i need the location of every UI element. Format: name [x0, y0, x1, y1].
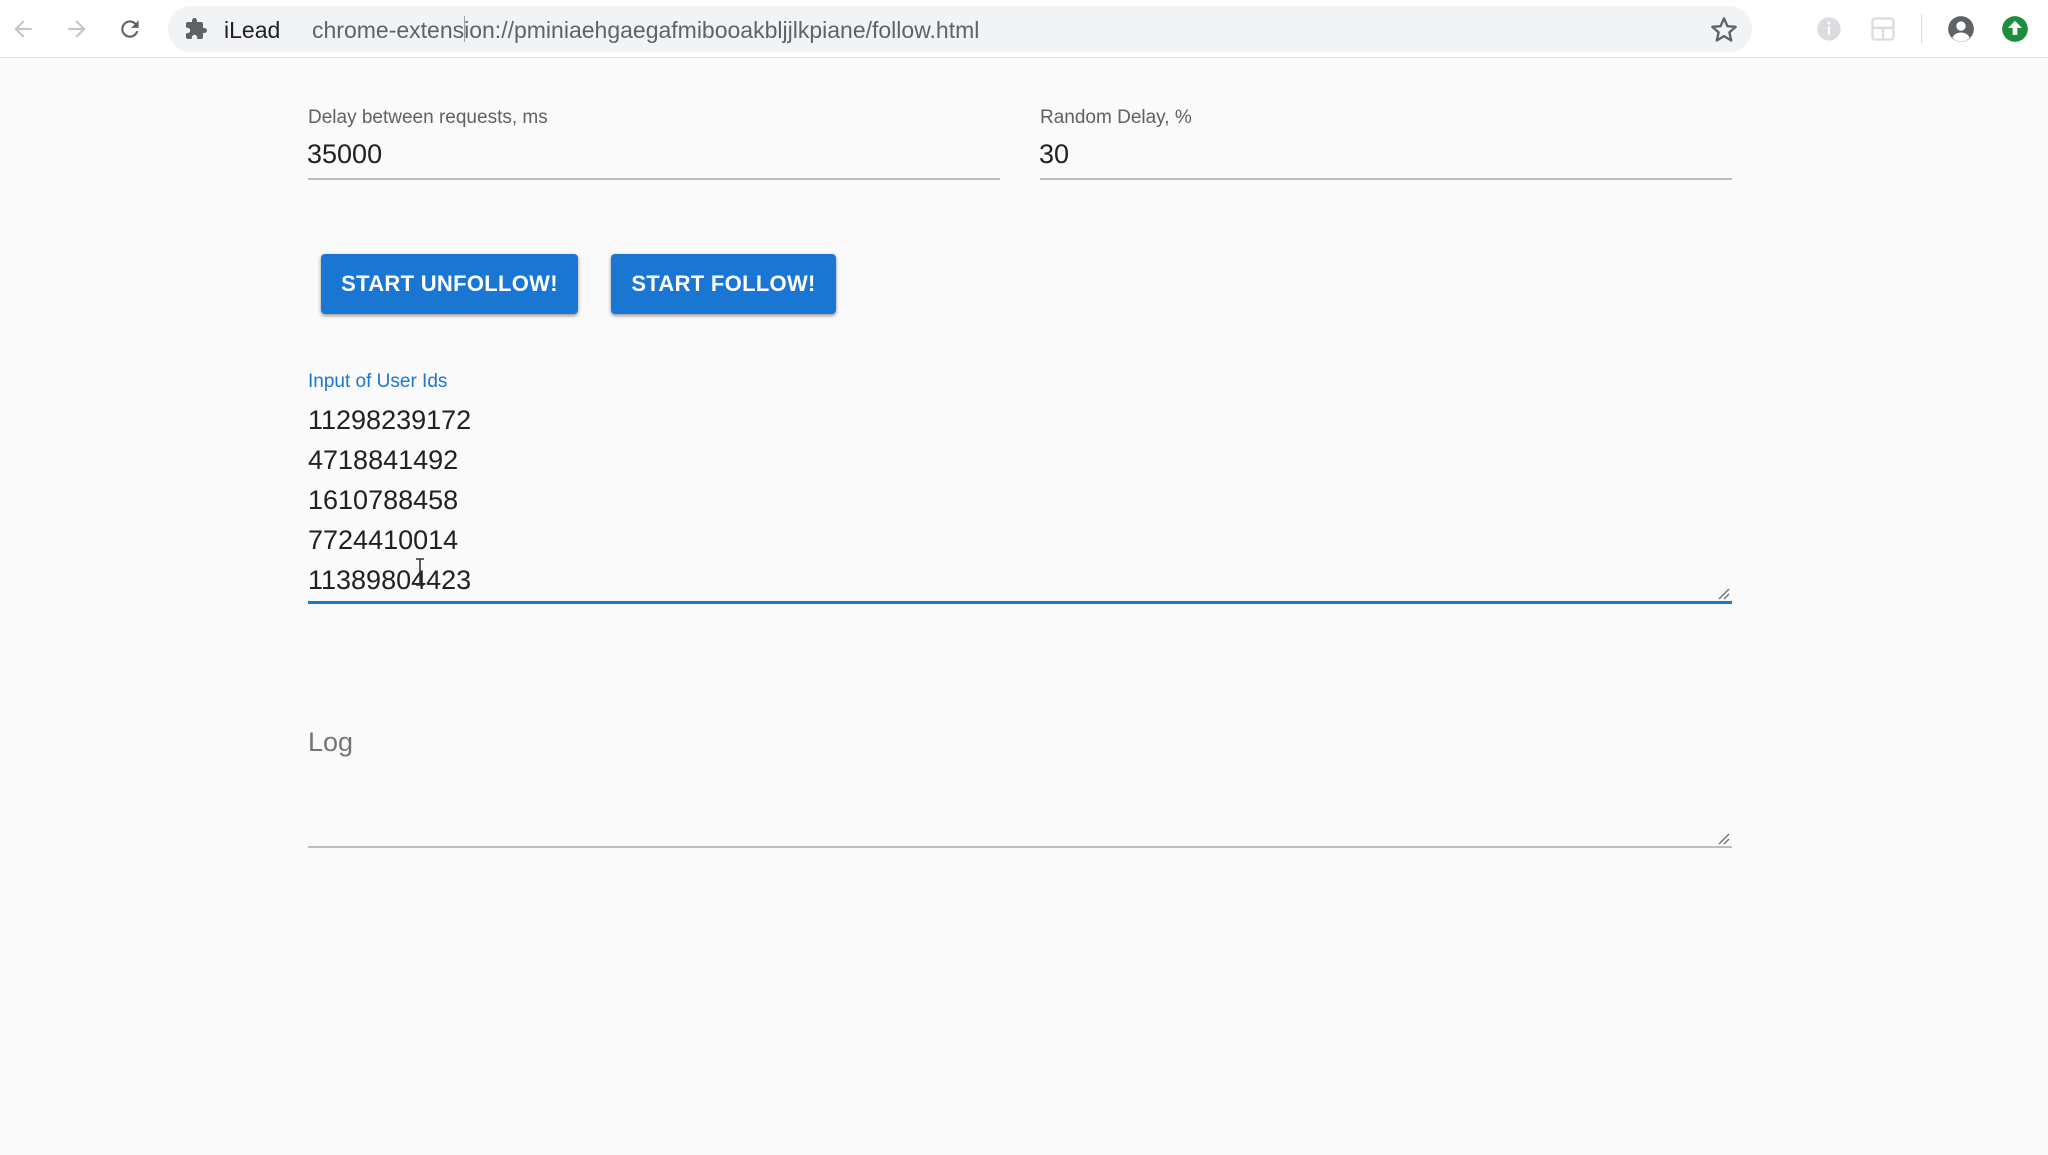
- layout-icon[interactable]: [1869, 15, 1897, 43]
- star-icon[interactable]: [1710, 16, 1738, 44]
- resize-grip-icon[interactable]: [1716, 586, 1730, 600]
- log-underline: [308, 846, 1732, 848]
- user-id-line: 7724410014: [308, 525, 459, 555]
- user-id-line: 4718841492: [308, 445, 459, 475]
- user-id-line: 11298239172: [308, 405, 472, 435]
- toolbar-divider: [1921, 14, 1922, 44]
- start-unfollow-button[interactable]: START UNFOLLOW!: [321, 254, 578, 314]
- account-icon[interactable]: [1947, 15, 1975, 43]
- user-ids-textarea[interactable]: 11298239172 4718841492 1610788458 772441001…: [308, 400, 1732, 600]
- info-icon[interactable]: [1815, 15, 1843, 43]
- arrow-left-icon: [14, 20, 32, 38]
- start-follow-button[interactable]: START FOLLOW!: [611, 254, 836, 314]
- random-delay-label: Random Delay, %: [1040, 107, 1192, 128]
- user-id-line: 11389804423: [308, 565, 472, 595]
- user-ids-label: Input of User Ids: [308, 371, 448, 392]
- arrow-right-icon: [68, 20, 86, 38]
- text-cursor-icon: [416, 558, 424, 586]
- url-text[interactable]: chrome-extension://pminiaehgaegafmibooak…: [312, 18, 979, 42]
- random-delay-input[interactable]: [1039, 138, 1731, 170]
- back-button[interactable]: [3, 9, 43, 49]
- log-textarea[interactable]: [308, 760, 1732, 844]
- random-delay-underline: [1040, 178, 1732, 180]
- site-name: iLead: [224, 17, 281, 43]
- address-bar[interactable]: iLead chrome-extension://pminiaehgaegafm…: [168, 6, 1752, 52]
- browser-toolbar: iLead chrome-extension://pminiaehgaegafm…: [0, 0, 2048, 58]
- puzzle-icon: [186, 18, 207, 39]
- delay-underline: [308, 178, 1000, 180]
- resize-grip-icon[interactable]: [1716, 831, 1730, 845]
- delay-input[interactable]: [307, 138, 999, 170]
- reload-button[interactable]: [110, 9, 150, 49]
- user-id-line: 1610788458: [308, 485, 459, 515]
- reload-icon: [121, 20, 139, 38]
- forward-button[interactable]: [57, 9, 97, 49]
- delay-label: Delay between requests, ms: [308, 107, 548, 128]
- update-arrow-icon[interactable]: [2001, 15, 2029, 43]
- log-label: Log: [308, 727, 354, 757]
- user-ids-underline: [308, 601, 1732, 604]
